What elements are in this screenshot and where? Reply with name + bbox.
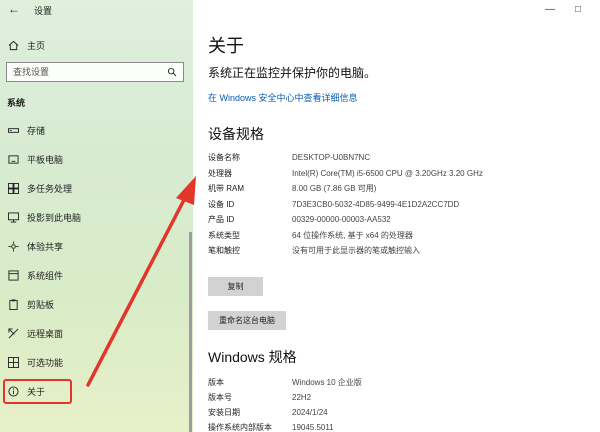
- windows-specs-table: 版本 Windows 10 企业版 版本号 22H2 安装日期 2024/1/2…: [208, 377, 508, 432]
- spec-value: 8.00 GB (7.86 GB 可用): [292, 184, 377, 193]
- sidebar-item-about[interactable]: 关于: [0, 377, 193, 406]
- storage-icon: [7, 125, 19, 137]
- sidebar: ← 设置 主页 系统 存储 平板电脑: [0, 0, 193, 432]
- sidebar-item-multitask[interactable]: 多任务处理: [0, 174, 193, 203]
- multitask-icon: [7, 183, 19, 195]
- sidebar-item-clipboard[interactable]: 剪贴板: [0, 290, 193, 319]
- maximize-button[interactable]: □: [564, 2, 592, 18]
- title-bar: ← 设置: [0, 0, 193, 20]
- spec-key: 机带 RAM: [208, 184, 244, 193]
- sidebar-item-remote-desktop[interactable]: 远程桌面: [0, 319, 193, 348]
- spec-key: 产品 ID: [208, 215, 235, 224]
- rename-pc-button[interactable]: 重命名这台电脑: [208, 311, 286, 330]
- sidebar-item-home[interactable]: 主页: [0, 34, 193, 56]
- sidebar-item-label: 平板电脑: [27, 155, 64, 165]
- spec-value: 没有可用于此显示器的笔或触控输入: [292, 246, 420, 255]
- spec-key: 系统类型: [208, 230, 240, 240]
- spec-value: 2024/1/24: [292, 408, 328, 417]
- spec-row: 安装日期 2024/1/24: [208, 407, 508, 419]
- windows-specs-heading: Windows 规格: [208, 349, 297, 365]
- device-specs-table: 设备名称 DESKTOP-U0BN7NC 处理器 Intel(R) Core(T…: [208, 152, 508, 261]
- spec-row: 处理器 Intel(R) Core(TM) i5-6500 CPU @ 3.20…: [208, 168, 508, 180]
- sidebar-item-label: 系统组件: [27, 271, 64, 281]
- search-box[interactable]: [6, 62, 184, 82]
- spec-key: 版本号: [208, 393, 232, 402]
- components-icon: [7, 270, 19, 282]
- clipboard-icon: [7, 299, 19, 311]
- search-icon[interactable]: [165, 65, 179, 79]
- spec-value: 19045.5011: [292, 423, 334, 432]
- spec-row: 机带 RAM 8.00 GB (7.86 GB 可用): [208, 183, 508, 195]
- sidebar-home-label: 主页: [27, 40, 46, 51]
- spec-value: Intel(R) Core(TM) i5-6500 CPU @ 3.20GHz …: [292, 168, 483, 178]
- optional-features-icon: [7, 357, 19, 369]
- sidebar-scrollbar[interactable]: [189, 232, 192, 432]
- sidebar-item-label: 可选功能: [27, 358, 64, 368]
- sidebar-item-storage[interactable]: 存储: [0, 116, 193, 145]
- spec-key: 版本: [208, 378, 224, 387]
- sidebar-item-label: 剪贴板: [27, 300, 55, 310]
- window-controls: — □: [536, 2, 592, 18]
- remote-desktop-icon: [7, 328, 19, 340]
- sidebar-item-project[interactable]: 投影到此电脑: [0, 203, 193, 232]
- spec-row: 设备名称 DESKTOP-U0BN7NC: [208, 152, 508, 164]
- home-icon: [7, 39, 19, 51]
- minimize-button[interactable]: —: [536, 2, 564, 18]
- security-center-link[interactable]: 在 Windows 安全中心中查看详细信息: [208, 91, 358, 104]
- spec-key: 设备 ID: [208, 199, 235, 209]
- spec-value: 00329-00000-00003-AA532: [292, 215, 391, 224]
- spec-key: 处理器: [208, 168, 232, 178]
- project-icon: [7, 212, 19, 224]
- share-icon: [7, 241, 19, 253]
- sidebar-item-optional-features[interactable]: 可选功能: [0, 348, 193, 377]
- section-label-system: 系统: [7, 98, 26, 108]
- spec-value: DESKTOP-U0BN7NC: [292, 153, 371, 162]
- page-title: 关于: [208, 36, 244, 56]
- spec-row: 版本号 22H2: [208, 392, 508, 404]
- spec-row: 产品 ID 00329-00000-00003-AA532: [208, 214, 508, 226]
- spec-key: 安装日期: [208, 408, 240, 417]
- spec-row: 版本 Windows 10 企业版: [208, 377, 508, 389]
- tablet-icon: [7, 154, 19, 166]
- protection-status: 系统正在监控并保护你的电脑。: [208, 66, 377, 80]
- back-button[interactable]: ←: [6, 2, 22, 16]
- spec-value: 7D3E3CB0-5032-4D85-9499-4E1D2A2CC7DD: [292, 199, 460, 209]
- spec-value: Windows 10 企业版: [292, 378, 362, 387]
- highlight-box: [3, 379, 72, 404]
- search-input[interactable]: [7, 63, 157, 81]
- sidebar-item-share[interactable]: 体验共享: [0, 232, 193, 261]
- spec-row: 设备 ID 7D3E3CB0-5032-4D85-9499-4E1D2A2CC7…: [208, 199, 508, 211]
- device-specs-heading: 设备规格: [208, 126, 264, 142]
- copy-button[interactable]: 复制: [208, 277, 263, 296]
- sidebar-item-label: 投影到此电脑: [27, 213, 82, 223]
- spec-row: 系统类型 64 位操作系统, 基于 x64 的处理器: [208, 230, 508, 242]
- main-content: — □ 关于 系统正在监控并保护你的电脑。 在 Windows 安全中心中查看详…: [193, 0, 600, 432]
- sidebar-nav-list: 存储 平板电脑 多任务处理 投影到此电脑 体验共享 系统组件 剪贴板 远程桌面 …: [0, 116, 193, 406]
- spec-row: 笔和触控 没有可用于此显示器的笔或触控输入: [208, 245, 508, 257]
- spec-row: 操作系统内部版本 19045.5011: [208, 422, 508, 432]
- spec-key: 操作系统内部版本: [208, 423, 272, 432]
- sidebar-item-tablet[interactable]: 平板电脑: [0, 145, 193, 174]
- sidebar-item-label: 体验共享: [27, 242, 64, 252]
- spec-key: 设备名称: [208, 153, 240, 162]
- app-title: 设置: [34, 6, 53, 16]
- sidebar-item-label: 存储: [27, 126, 46, 136]
- spec-value: 64 位操作系统, 基于 x64 的处理器: [292, 230, 413, 240]
- spec-value: 22H2: [292, 393, 312, 402]
- sidebar-item-label: 多任务处理: [27, 184, 73, 194]
- sidebar-item-label: 远程桌面: [27, 329, 64, 339]
- sidebar-item-components[interactable]: 系统组件: [0, 261, 193, 290]
- spec-key: 笔和触控: [208, 246, 240, 255]
